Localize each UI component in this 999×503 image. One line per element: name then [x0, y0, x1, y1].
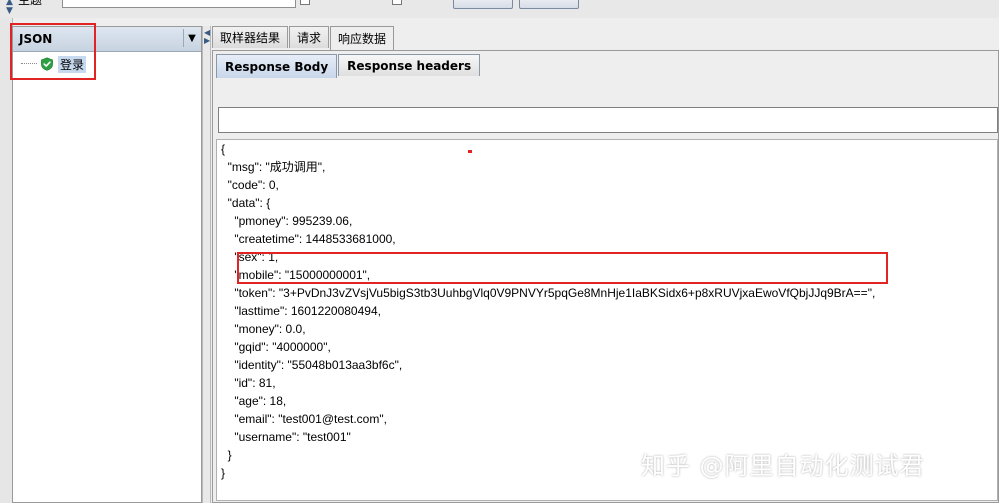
json-line: "email": "test001@test.com",	[221, 412, 387, 426]
json-line: {	[221, 142, 226, 156]
json-line: "data": {	[221, 196, 271, 210]
toolbar-button-2[interactable]	[519, 0, 579, 9]
json-line: "code": 0,	[221, 178, 279, 192]
chevron-down-icon[interactable]: ▼	[183, 29, 200, 47]
header-label: 主题	[18, 0, 43, 7]
tab-sampler-result[interactable]: 取样器结果	[212, 26, 289, 48]
tab-response-body[interactable]: Response Body	[216, 54, 338, 78]
json-line: "username": "test001"	[221, 430, 351, 444]
json-line: }	[221, 466, 226, 480]
outer-tab-bar: 取样器结果 请求 响应数据	[212, 26, 395, 50]
json-line: }	[221, 448, 232, 462]
tab-response-data[interactable]: 响应数据	[330, 26, 395, 50]
json-line: "gqid": "4000000",	[221, 340, 331, 354]
splitter-arrows-icon[interactable]: ◀ ▶	[204, 29, 210, 45]
json-line: "id": 81,	[221, 376, 276, 390]
watermark-text: 知乎 @阿里自动化测试君	[641, 452, 925, 480]
collapse-arrows-icon[interactable]: ▲ ▼	[6, 0, 13, 16]
panel-splitter[interactable]: ◀ ▶	[202, 26, 211, 503]
annotation-dot	[468, 150, 472, 153]
annotation-box-token	[237, 252, 888, 284]
inner-tab-bar: Response Body Response headers	[216, 54, 481, 78]
annotation-box-tree	[10, 23, 96, 80]
tab-response-headers[interactable]: Response headers	[338, 54, 481, 76]
top-toolbar: ▲ ▼ 主题	[0, 0, 999, 18]
checkbox-2[interactable]	[392, 0, 402, 5]
search-input[interactable]	[218, 107, 998, 133]
json-line: "msg": "成功调用",	[221, 160, 326, 174]
json-line: "money": 0.0,	[221, 322, 306, 336]
json-line: "pmoney": 995239.06,	[221, 214, 353, 228]
toolbar-button-1[interactable]	[453, 0, 513, 9]
json-line-token: "token": "3+PvDnJ3vZVsjVu5bigS3tb3UuhbgV…	[221, 286, 876, 300]
json-line: "createtime": 1448533681000,	[221, 232, 396, 246]
json-line: "identity": "55048b013aa3bf6c",	[221, 358, 403, 372]
json-line: "age": 18,	[221, 394, 287, 408]
tab-request[interactable]: 请求	[289, 26, 330, 48]
checkbox-1[interactable]	[300, 0, 310, 5]
results-tree-panel: JSON ▼ 登录	[12, 26, 202, 503]
header-input[interactable]	[62, 0, 296, 8]
json-line: "lasttime": 1601220080494,	[221, 304, 381, 318]
